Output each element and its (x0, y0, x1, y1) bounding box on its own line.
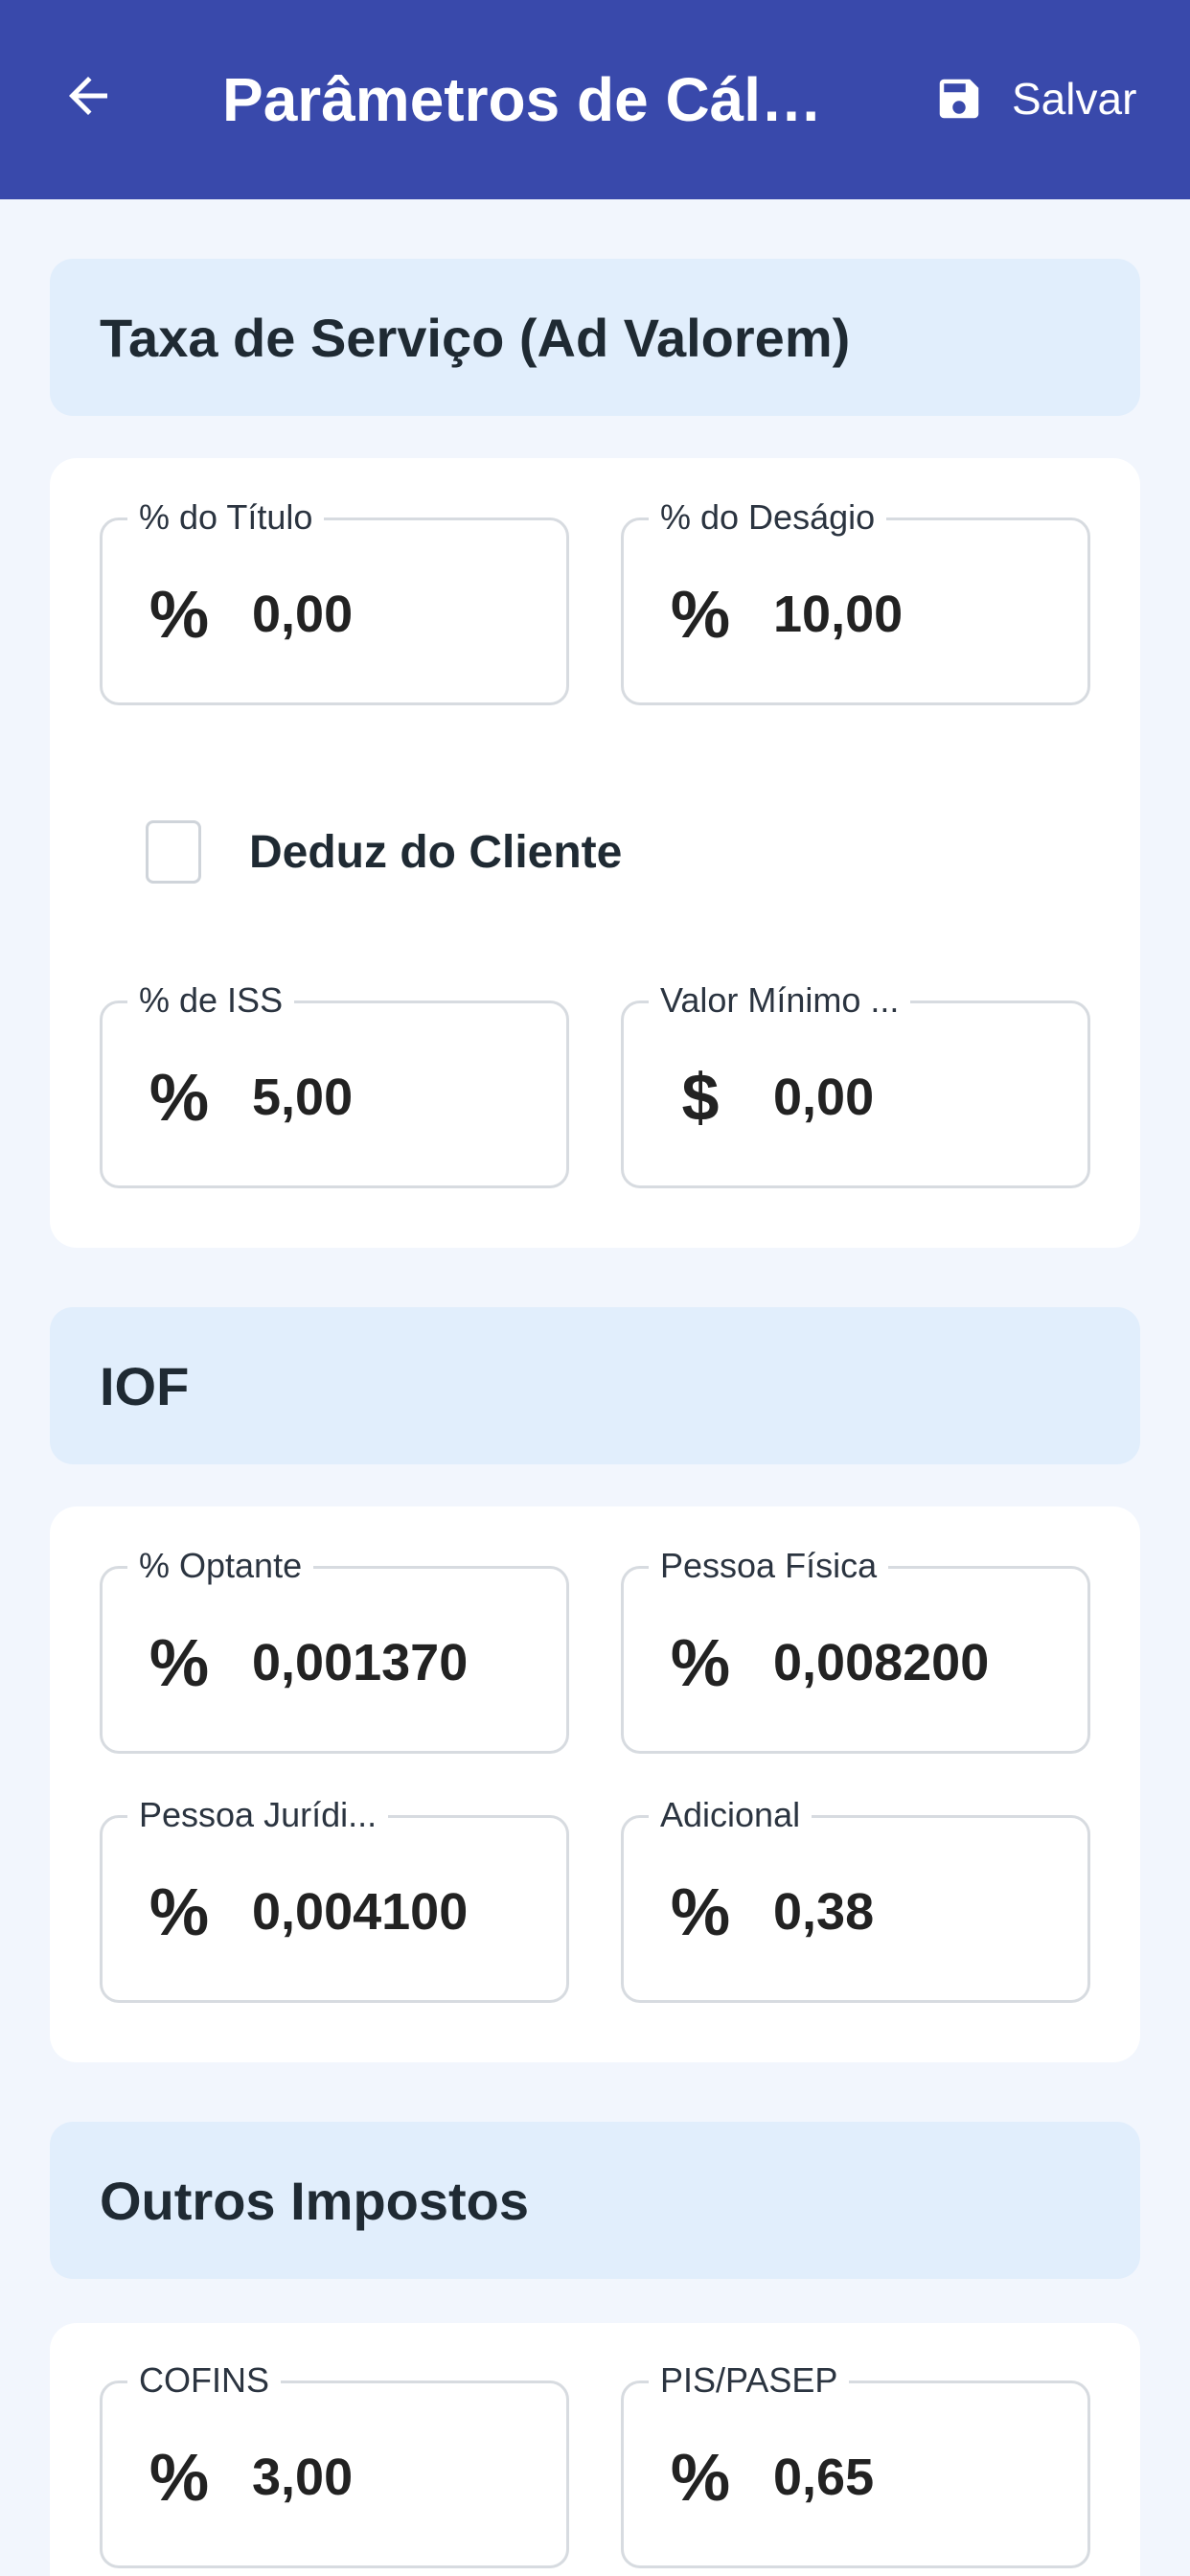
section-title: Taxa de Serviço (Ad Valorem) (100, 307, 851, 368)
desagio-field[interactable]: % do Deságio % 10,00 (621, 497, 1090, 705)
field-value: 0,001370 (252, 1634, 469, 1691)
titulo-field[interactable]: % do Título % 0,00 (100, 497, 569, 705)
section-header-iof: IOF (50, 1307, 1140, 1464)
adicional-field[interactable]: Adicional % 0,38 (621, 1795, 1090, 2003)
deduz-cliente-checkbox[interactable] (146, 820, 201, 884)
field-label: Pessoa Física (649, 1546, 889, 1586)
percent-icon: % (670, 577, 731, 652)
dollar-icon: $ (681, 1060, 720, 1135)
iss-field[interactable]: % de ISS % 5,00 (100, 980, 569, 1188)
cofins-field[interactable]: COFINS % 3,00 (100, 2360, 569, 2568)
field-label: Pessoa Jurídi... (127, 1795, 389, 1835)
field-value: 0,008200 (773, 1634, 990, 1691)
field-value: 0,38 (773, 1883, 875, 1941)
field-value: 3,00 (252, 2449, 354, 2506)
field-label: % Optante (127, 1546, 314, 1586)
optante-field[interactable]: % Optante % 0,001370 (100, 1546, 569, 1754)
field-value: 10,00 (773, 586, 904, 643)
section-header-taxa: Taxa de Serviço (Ad Valorem) (50, 259, 1140, 416)
field-label: Adicional (649, 1795, 812, 1835)
arrow-left-icon (69, 77, 107, 115)
field-value: 0,004100 (252, 1883, 469, 1941)
valor-minimo-field[interactable]: Valor Mínimo ... $ 0,00 (621, 980, 1090, 1188)
pis-pasep-field[interactable]: PIS/PASEP % 0,65 (621, 2360, 1090, 2568)
percent-icon: % (670, 2440, 731, 2515)
back-button[interactable] (54, 61, 123, 130)
section-title: IOF (100, 1355, 190, 1416)
field-label: % do Deságio (649, 497, 887, 538)
pessoa-juridica-field[interactable]: Pessoa Jurídi... % 0,004100 (100, 1795, 569, 2003)
app-bar: Parâmetros de Cálcu... Salvar (0, 0, 1190, 199)
percent-icon: % (149, 1625, 210, 1700)
field-value: 5,00 (252, 1069, 354, 1126)
page-title: Parâmetros de Cálcu... (222, 65, 855, 134)
field-value: 0,65 (773, 2449, 875, 2506)
percent-icon: % (670, 1625, 731, 1700)
field-label: % do Título (127, 497, 325, 538)
field-label: COFINS (127, 2360, 282, 2401)
field-label: % de ISS (127, 980, 295, 1021)
percent-icon: % (670, 1874, 731, 1949)
percent-icon: % (149, 1874, 210, 1949)
section-header-outros: Outros Impostos (50, 2122, 1140, 2279)
checkbox-label: Deduz do Cliente (249, 826, 623, 878)
pessoa-fisica-field[interactable]: Pessoa Física % 0,008200 (621, 1546, 1090, 1754)
section-title: Outros Impostos (100, 2170, 530, 2231)
percent-icon: % (149, 1060, 210, 1135)
field-label: PIS/PASEP (649, 2360, 850, 2401)
percent-icon: % (149, 577, 210, 652)
percent-icon: % (149, 2440, 210, 2515)
floppy-disk-icon (939, 79, 979, 119)
field-value: 0,00 (773, 1069, 875, 1126)
field-value: 0,00 (252, 586, 354, 643)
deduz-cliente-row[interactable]: Deduz do Cliente (146, 820, 622, 884)
save-button[interactable]: Salvar (933, 56, 1136, 142)
field-label: Valor Mínimo ... (649, 980, 911, 1021)
save-button-label: Salvar (1012, 74, 1137, 124)
